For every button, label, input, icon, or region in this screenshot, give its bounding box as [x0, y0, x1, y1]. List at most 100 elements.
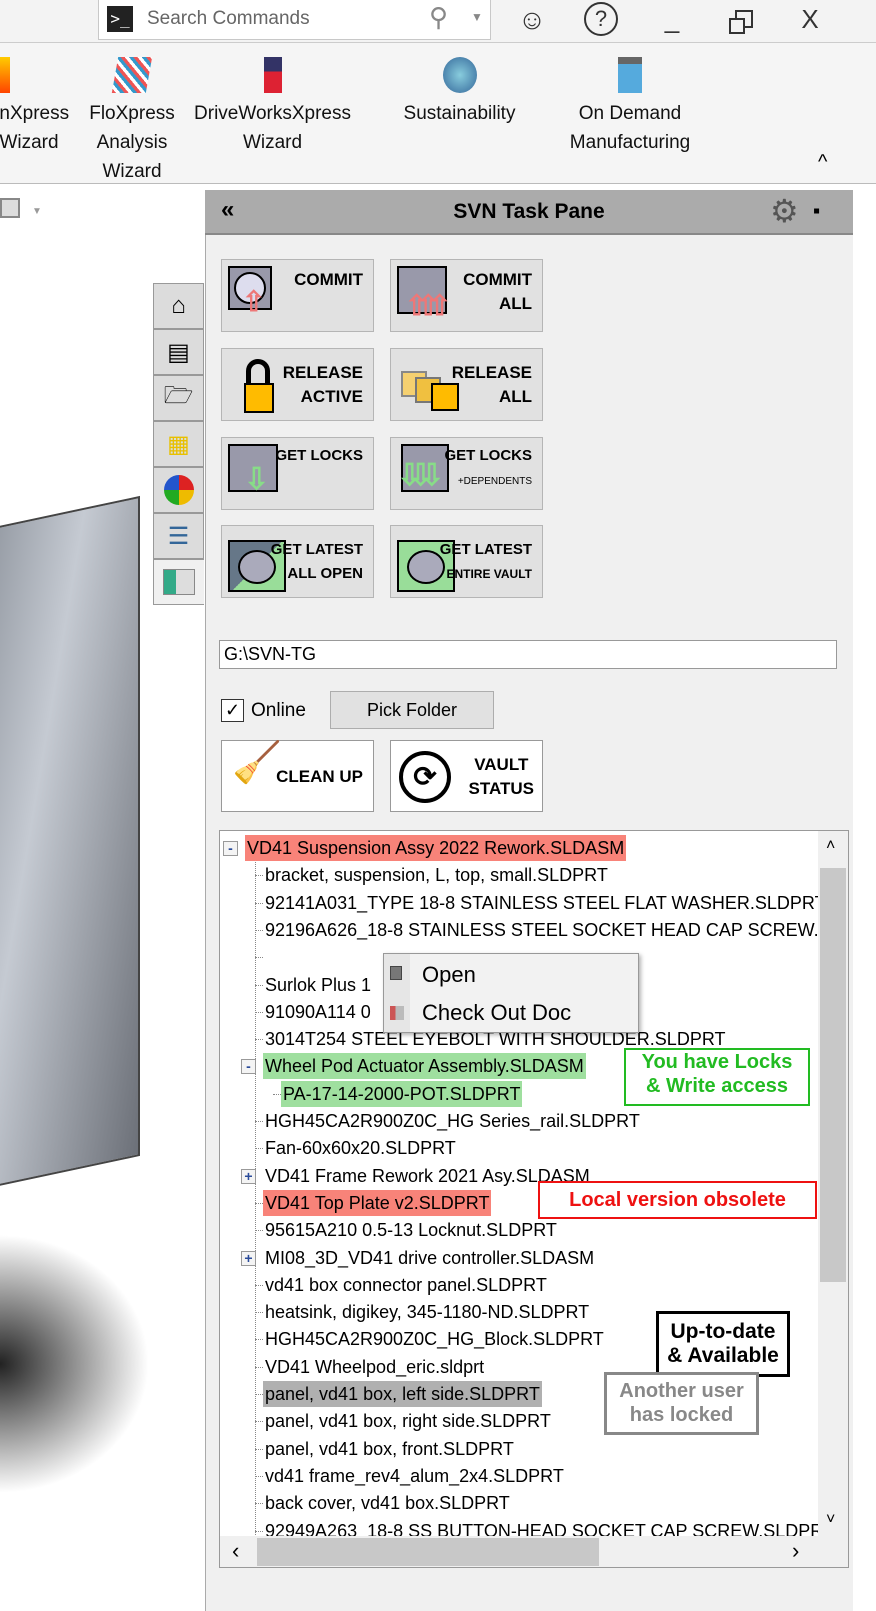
vertical-scrollbar[interactable]: ˄ ˅ [818, 831, 848, 1536]
scroll-down-button[interactable]: ˅ [826, 1511, 835, 1529]
ribbon-floxpress[interactable]: FloXpress Analysis Wizard [84, 57, 180, 186]
scroll-up-button[interactable]: ˄ [826, 837, 835, 855]
ribbon-label: Sustainability [403, 103, 516, 124]
tree-item[interactable]: VD41 Top Plate v2.SLDPRT [263, 1189, 492, 1216]
tree-line [255, 1312, 263, 1314]
tree-item[interactable]: panel, vd41 box, front.SLDPRT [263, 1436, 516, 1462]
tree-item[interactable] [263, 944, 267, 970]
tab-svn[interactable] [153, 559, 204, 605]
tree-item[interactable]: HGH45CA2R900Z0C_HG Series_rail.SLDPRT [263, 1108, 642, 1134]
appearance-ball-icon [163, 475, 194, 505]
tab-home[interactable]: ⌂ [153, 283, 204, 329]
expand-node-icon[interactable]: + [241, 1168, 256, 1184]
restore-icon[interactable] [729, 10, 753, 34]
scroll-right-button[interactable]: › [792, 1538, 799, 1564]
ribbon-label: On Demand Manufacturing [569, 103, 691, 153]
collapse-node-icon[interactable]: - [223, 841, 238, 856]
get-locks-button[interactable]: ⇩ GET LOCKS [221, 437, 374, 510]
ribbon-label: onXpress Wizard [0, 103, 70, 153]
tree-line [255, 1202, 263, 1204]
display-icon[interactable] [0, 198, 20, 218]
gear-icon[interactable]: ⚙ [770, 192, 799, 230]
ribbon-on-demand-manufacturing[interactable]: On Demand Manufacturing [555, 57, 705, 157]
minimize-icon[interactable]: _ [654, 4, 690, 35]
tree-line [255, 1230, 263, 1232]
horizontal-scrollbar[interactable]: ‹ › [220, 1536, 848, 1567]
flow-icon [111, 57, 153, 93]
tree-item[interactable]: heatsink, digikey, 345-1180-ND.SLDPRT [263, 1299, 591, 1325]
button-label: RELEASE ALL [451, 363, 532, 406]
tab-appearances[interactable] [153, 467, 204, 513]
tree-item[interactable]: vd41 box connector panel.SLDPRT [263, 1272, 549, 1298]
collapse-ribbon-button[interactable]: ^ [818, 151, 827, 174]
pin-icon[interactable]: ⬝ [813, 194, 820, 226]
scroll-left-button[interactable]: ‹ [232, 1538, 239, 1564]
tree-item[interactable]: panel, vd41 box, left side.SLDPRT [263, 1381, 542, 1407]
tree-item[interactable]: back cover, vd41 box.SLDPRT [263, 1490, 512, 1516]
clean-up-button[interactable]: 🧹 CLEAN UP [221, 740, 374, 812]
sustainability-icon [442, 57, 477, 93]
commit-all-button[interactable]: ⇧⇧⇧ COMMIT ALL [390, 259, 543, 332]
ribbon-simulationxpress[interactable]: onXpress Wizard [0, 57, 70, 157]
tree-line [255, 957, 263, 959]
online-checkbox[interactable]: ✓ [221, 699, 244, 722]
tab-file-explorer[interactable]: 🗁 [153, 375, 204, 421]
collapse-node-icon[interactable]: - [241, 1059, 256, 1075]
pane-title: SVN Task Pane [453, 200, 605, 223]
search-commands-box[interactable]: >_ Search Commands ⚲ ▼ [98, 0, 491, 40]
ribbon-sustainability[interactable]: Sustainability [392, 57, 527, 128]
tab-design-library[interactable]: ▤ [153, 329, 204, 375]
tree-line [255, 1421, 263, 1423]
tree-item[interactable]: 95615A210 0.5-13 Locknut.SLDPRT [263, 1217, 559, 1243]
tree-item[interactable]: bracket, suspension, L, top, small.SLDPR… [263, 862, 610, 888]
tree-line [255, 1121, 263, 1122]
ribbon-driveworksxpress[interactable]: DriveWorksXpress Wizard [185, 57, 360, 157]
tree-item[interactable]: 92141A031_TYPE 18-8 STAINLESS STEEL FLAT… [263, 890, 828, 916]
menu-item-open[interactable]: Open [422, 962, 476, 988]
vault-status-button[interactable]: ⟳ VAULT STATUS [390, 740, 543, 812]
close-icon[interactable]: X [792, 4, 828, 35]
help-icon[interactable]: ? [584, 2, 618, 36]
tab-view-palette[interactable]: ▦ [153, 421, 204, 467]
tab-custom-properties[interactable]: ☰ [153, 513, 204, 559]
tree-item[interactable]: panel, vd41 box, right side.SLDPRT [263, 1408, 553, 1434]
terminal-icon: >_ [107, 6, 133, 32]
expand-node-icon[interactable]: + [241, 1250, 256, 1266]
library-icon: ▤ [167, 338, 190, 366]
tree-item[interactable]: Wheel Pod Actuator Assembly.SLDASM [263, 1053, 586, 1080]
driveworks-icon [263, 57, 282, 93]
pick-folder-button[interactable]: Pick Folder [330, 691, 494, 729]
tree-item[interactable]: HGH45CA2R900Z0C_HG_Block.SLDPRT [263, 1326, 606, 1352]
search-input[interactable]: Search Commands [147, 8, 310, 30]
tree-line [255, 1011, 263, 1013]
scrollbar-thumb[interactable] [820, 868, 846, 1282]
palette-icon: ▦ [167, 430, 190, 458]
get-latest-all-open-button[interactable]: GET LATEST ALL OPEN [221, 525, 374, 598]
release-active-button[interactable]: RELEASE ACTIVE [221, 348, 374, 421]
search-icon[interactable]: ⚲ [429, 2, 448, 33]
get-latest-entire-vault-button[interactable]: GET LATEST ENTIRE VAULT [390, 525, 543, 598]
get-locks-dependents-button[interactable]: ⇩⇩⇩ GET LOCKS +DEPENDENTS [390, 437, 543, 510]
tree-item[interactable]: MI08_3D_VD41 drive controller.SLDASM [263, 1245, 596, 1271]
user-icon[interactable]: ☺ [514, 4, 550, 36]
chevron-down-icon[interactable]: ▼ [471, 10, 483, 24]
scrollbar-thumb[interactable] [257, 1538, 599, 1566]
chevron-down-icon[interactable]: ▼ [32, 206, 42, 217]
tree-item[interactable]: VD41 Wheelpod_eric.sldprt [263, 1354, 486, 1380]
vault-path-input[interactable]: G:\SVN-TG [219, 640, 837, 669]
tree-item[interactable]: PA-17-14-2000-POT.SLDPRT [281, 1080, 523, 1107]
tree-item[interactable]: Surlok Plus 1 [263, 972, 373, 998]
tree-item[interactable]: Fan-60x60x20.SLDPRT [263, 1135, 458, 1161]
tree-item[interactable]: 92196A626_18-8 STAINLESS STEEL SOCKET HE… [263, 917, 848, 943]
commit-button[interactable]: ⇧ COMMIT [221, 259, 374, 332]
button-label: GET LOCKS [275, 447, 363, 464]
unlock-icon [244, 359, 274, 413]
tree-item[interactable]: 91090A114 0 [263, 999, 373, 1025]
simulation-icon [0, 57, 10, 93]
context-menu: Open Check Out Doc [383, 953, 639, 1033]
tree-item[interactable]: vd41 frame_rev4_alum_2x4.SLDPRT [263, 1463, 566, 1489]
release-all-button[interactable]: RELEASE ALL [390, 348, 543, 421]
menu-item-check-out-doc[interactable]: Check Out Doc [422, 1000, 571, 1026]
unlock-all-icon [401, 371, 459, 411]
tree-item[interactable]: VD41 Suspension Assy 2022 Rework.SLDASM [245, 835, 627, 861]
